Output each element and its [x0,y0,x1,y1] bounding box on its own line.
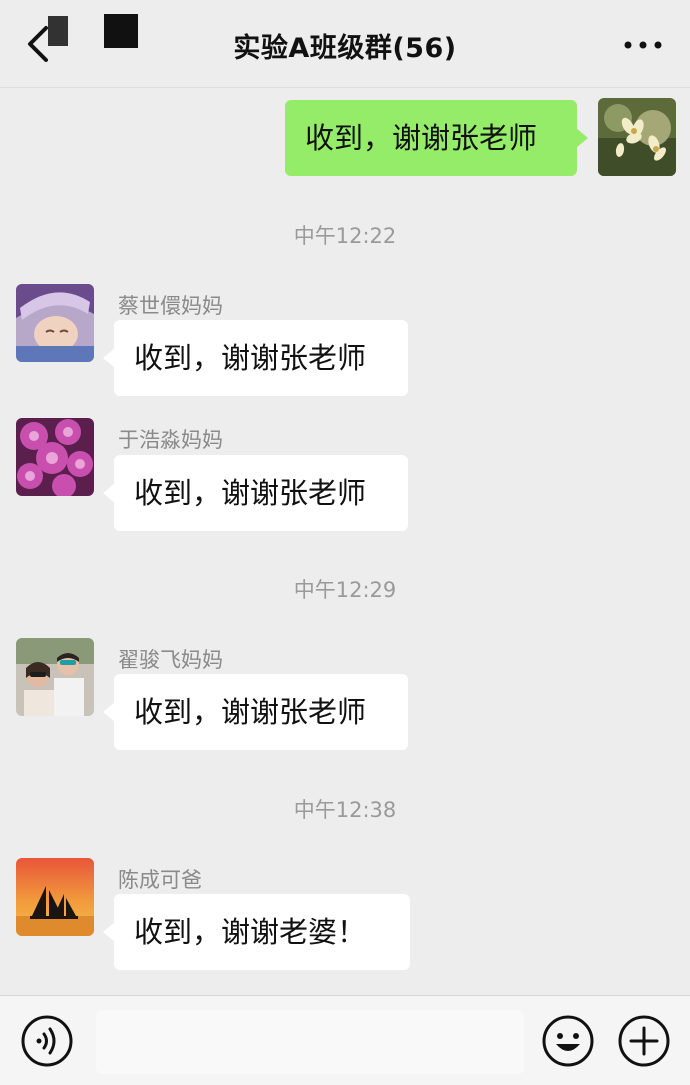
chat-title: 实验A班级群(56) [233,33,457,64]
couple-photo-avatar-image [16,638,94,716]
purple-flowers-avatar-image [16,418,94,496]
incoming-message-bubble[interactable]: 收到，谢谢张老师 [103,455,408,531]
sunset-sailboat-avatar-image [16,858,94,936]
sender-avatar[interactable] [16,638,94,716]
baby-avatar-image [16,284,94,362]
my-avatar[interactable] [598,98,676,176]
add-button[interactable] [617,1014,671,1068]
plus-icon [618,1015,670,1067]
voice-button[interactable] [20,1014,74,1068]
emoji-icon [542,1015,594,1067]
message-input[interactable] [96,1010,524,1074]
outgoing-message-bubble[interactable]: 收到，谢谢张老师 [285,100,588,176]
sender-name: 蔡世儇妈妈 [118,294,223,318]
incoming-message-bubble[interactable]: 收到，谢谢张老师 [103,674,408,750]
sender-name: 陈成可爸 [118,868,202,892]
chat-screen: 实验A班级群(56) 收到，谢谢张老师 中午12:22 蔡世儇妈妈 收到，谢谢张… [0,0,690,1085]
voice-icon [21,1015,73,1067]
sender-avatar[interactable] [16,858,94,936]
incoming-message-bubble[interactable]: 收到，谢谢张老师 [103,320,408,396]
sender-avatar[interactable] [16,418,94,496]
flower-avatar-image [598,98,676,176]
input-bar [0,995,690,1085]
sender-name: 于浩淼妈妈 [118,428,223,452]
timestamp: 中午12:29 [293,578,397,602]
chat-header: 实验A班级群(56) [0,0,690,88]
timestamp: 中午12:38 [293,798,397,822]
emoji-button[interactable] [541,1014,595,1068]
sender-name: 翟骏飞妈妈 [118,648,223,672]
timestamp: 中午12:22 [293,224,397,248]
sender-avatar[interactable] [16,284,94,362]
incoming-message-bubble[interactable]: 收到，谢谢老婆！ [103,894,410,970]
more-dots-icon [624,41,662,49]
more-button[interactable] [618,30,668,60]
